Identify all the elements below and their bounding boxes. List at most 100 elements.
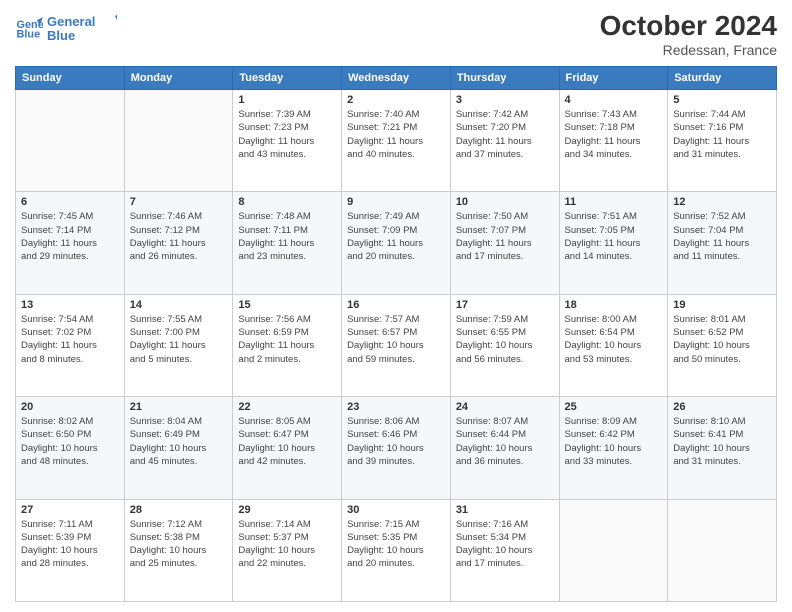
calendar-table: Sunday Monday Tuesday Wednesday Thursday… — [15, 66, 777, 602]
day-info: Sunrise: 7:43 AM Sunset: 7:18 PM Dayligh… — [565, 108, 663, 161]
table-row: 23Sunrise: 8:06 AM Sunset: 6:46 PM Dayli… — [342, 397, 451, 499]
day-info: Sunrise: 8:05 AM Sunset: 6:47 PM Dayligh… — [238, 415, 336, 468]
calendar-week-0: 1 Sunrise: 7:39 AM Sunset: 7:23 PM Daylig… — [16, 90, 777, 192]
day-number: 21 — [130, 401, 228, 413]
table-row: 30 Sunrise: 7:15 AM Sunset: 5:35 PM Dayli… — [342, 499, 451, 601]
table-row: 14 Sunrise: 7:55 AM Sunset: 7:00 PM Dayli… — [124, 294, 233, 396]
table-row: 15 Sunrise: 7:56 AM Sunset: 6:59 PM Dayli… — [233, 294, 342, 396]
table-row: 16Sunrise: 7:57 AM Sunset: 6:57 PM Dayli… — [342, 294, 451, 396]
table-row: 6Sunrise: 7:45 AM Sunset: 7:14 PM Daylig… — [16, 192, 125, 294]
day-number: 19 — [673, 299, 771, 311]
day-number: 15 — [238, 299, 336, 311]
table-row: 12 Sunrise: 7:52 AM Sunset: 7:04 PM Dayli… — [668, 192, 777, 294]
day-number: 25 — [565, 401, 663, 413]
col-thursday: Thursday — [450, 67, 559, 90]
day-info: Sunrise: 8:10 AM Sunset: 6:41 PM Dayligh… — [673, 415, 771, 468]
header: General Blue General Blue October 2024 R… — [15, 10, 777, 58]
table-row: 26 Sunrise: 8:10 AM Sunset: 6:41 PM Dayli… — [668, 397, 777, 499]
day-number: 7 — [130, 196, 228, 208]
header-row: Sunday Monday Tuesday Wednesday Thursday… — [16, 67, 777, 90]
day-info: Sunrise: 8:04 AM Sunset: 6:49 PM Dayligh… — [130, 415, 228, 468]
table-row: 18Sunrise: 8:00 AM Sunset: 6:54 PM Dayli… — [559, 294, 668, 396]
day-info: Sunrise: 8:02 AM Sunset: 6:50 PM Dayligh… — [21, 415, 119, 468]
day-number: 12 — [673, 196, 771, 208]
day-number: 4 — [565, 94, 663, 106]
svg-text:General: General — [47, 14, 95, 29]
day-info: Sunrise: 7:12 AM Sunset: 5:38 PM Dayligh… — [130, 518, 228, 571]
day-number: 5 — [673, 94, 771, 106]
day-info: Sunrise: 7:11 AM Sunset: 5:39 PM Dayligh… — [21, 518, 119, 571]
table-row: 11Sunrise: 7:51 AM Sunset: 7:05 PM Dayli… — [559, 192, 668, 294]
table-row: 3 Sunrise: 7:42 AM Sunset: 7:20 PM Daylig… — [450, 90, 559, 192]
month-title: October 2024 — [600, 10, 777, 42]
table-row: 19 Sunrise: 8:01 AM Sunset: 6:52 PM Dayli… — [668, 294, 777, 396]
day-number: 17 — [456, 299, 554, 311]
col-saturday: Saturday — [668, 67, 777, 90]
day-info: Sunrise: 8:00 AM Sunset: 6:54 PM Dayligh… — [565, 313, 663, 366]
day-number: 27 — [21, 504, 119, 516]
table-row — [668, 499, 777, 601]
day-info: Sunrise: 7:50 AM Sunset: 7:07 PM Dayligh… — [456, 210, 554, 263]
day-info: Sunrise: 7:44 AM Sunset: 7:16 PM Dayligh… — [673, 108, 771, 161]
day-number: 2 — [347, 94, 445, 106]
day-info: Sunrise: 8:01 AM Sunset: 6:52 PM Dayligh… — [673, 313, 771, 366]
day-number: 30 — [347, 504, 445, 516]
table-row — [124, 90, 233, 192]
table-row: 31 Sunrise: 7:16 AM Sunset: 5:34 PM Dayli… — [450, 499, 559, 601]
table-row — [16, 90, 125, 192]
day-number: 24 — [456, 401, 554, 413]
day-number: 28 — [130, 504, 228, 516]
col-friday: Friday — [559, 67, 668, 90]
col-monday: Monday — [124, 67, 233, 90]
day-info: Sunrise: 7:45 AM Sunset: 7:14 PM Dayligh… — [21, 210, 119, 263]
day-info: Sunrise: 8:07 AM Sunset: 6:44 PM Dayligh… — [456, 415, 554, 468]
day-info: Sunrise: 7:54 AM Sunset: 7:02 PM Dayligh… — [21, 313, 119, 366]
day-info: Sunrise: 7:55 AM Sunset: 7:00 PM Dayligh… — [130, 313, 228, 366]
table-row: 17 Sunrise: 7:59 AM Sunset: 6:55 PM Dayli… — [450, 294, 559, 396]
day-info: Sunrise: 7:56 AM Sunset: 6:59 PM Dayligh… — [238, 313, 336, 366]
day-info: Sunrise: 7:52 AM Sunset: 7:04 PM Dayligh… — [673, 210, 771, 263]
day-number: 13 — [21, 299, 119, 311]
day-number: 9 — [347, 196, 445, 208]
day-number: 16 — [347, 299, 445, 311]
logo-svg: General Blue — [47, 10, 117, 46]
day-number: 14 — [130, 299, 228, 311]
day-info: Sunrise: 7:16 AM Sunset: 5:34 PM Dayligh… — [456, 518, 554, 571]
day-info: Sunrise: 7:49 AM Sunset: 7:09 PM Dayligh… — [347, 210, 445, 263]
col-sunday: Sunday — [16, 67, 125, 90]
day-number: 29 — [238, 504, 336, 516]
table-row: 21 Sunrise: 8:04 AM Sunset: 6:49 PM Dayli… — [124, 397, 233, 499]
day-info: Sunrise: 7:51 AM Sunset: 7:05 PM Dayligh… — [565, 210, 663, 263]
day-number: 3 — [456, 94, 554, 106]
calendar-week-3: 20 Sunrise: 8:02 AM Sunset: 6:50 PM Dayli… — [16, 397, 777, 499]
table-row: 27 Sunrise: 7:11 AM Sunset: 5:39 PM Dayli… — [16, 499, 125, 601]
day-info: Sunrise: 7:59 AM Sunset: 6:55 PM Dayligh… — [456, 313, 554, 366]
day-number: 1 — [238, 94, 336, 106]
table-row: 5 Sunrise: 7:44 AM Sunset: 7:16 PM Daylig… — [668, 90, 777, 192]
table-row: 10Sunrise: 7:50 AM Sunset: 7:07 PM Dayli… — [450, 192, 559, 294]
svg-text:Blue: Blue — [47, 28, 75, 43]
day-info: Sunrise: 7:48 AM Sunset: 7:11 PM Dayligh… — [238, 210, 336, 263]
day-number: 31 — [456, 504, 554, 516]
day-info: Sunrise: 7:15 AM Sunset: 5:35 PM Dayligh… — [347, 518, 445, 571]
logo-icon: General Blue — [15, 14, 43, 42]
table-row: 8 Sunrise: 7:48 AM Sunset: 7:11 PM Daylig… — [233, 192, 342, 294]
day-info: Sunrise: 7:39 AM Sunset: 7:23 PM Dayligh… — [238, 108, 336, 161]
calendar-body: 1 Sunrise: 7:39 AM Sunset: 7:23 PM Daylig… — [16, 90, 777, 602]
table-row: 13 Sunrise: 7:54 AM Sunset: 7:02 PM Dayli… — [16, 294, 125, 396]
day-number: 26 — [673, 401, 771, 413]
day-info: Sunrise: 7:14 AM Sunset: 5:37 PM Dayligh… — [238, 518, 336, 571]
table-row: 20 Sunrise: 8:02 AM Sunset: 6:50 PM Dayli… — [16, 397, 125, 499]
table-row: 9 Sunrise: 7:49 AM Sunset: 7:09 PM Daylig… — [342, 192, 451, 294]
day-number: 8 — [238, 196, 336, 208]
day-number: 20 — [21, 401, 119, 413]
calendar-week-2: 13 Sunrise: 7:54 AM Sunset: 7:02 PM Dayli… — [16, 294, 777, 396]
day-info: Sunrise: 8:09 AM Sunset: 6:42 PM Dayligh… — [565, 415, 663, 468]
calendar-header: Sunday Monday Tuesday Wednesday Thursday… — [16, 67, 777, 90]
calendar-week-1: 6Sunrise: 7:45 AM Sunset: 7:14 PM Daylig… — [16, 192, 777, 294]
table-row: 24 Sunrise: 8:07 AM Sunset: 6:44 PM Dayli… — [450, 397, 559, 499]
location: Redessan, France — [600, 42, 777, 58]
day-info: Sunrise: 7:42 AM Sunset: 7:20 PM Dayligh… — [456, 108, 554, 161]
page: General Blue General Blue October 2024 R… — [0, 0, 792, 612]
table-row: 2Sunrise: 7:40 AM Sunset: 7:21 PM Daylig… — [342, 90, 451, 192]
